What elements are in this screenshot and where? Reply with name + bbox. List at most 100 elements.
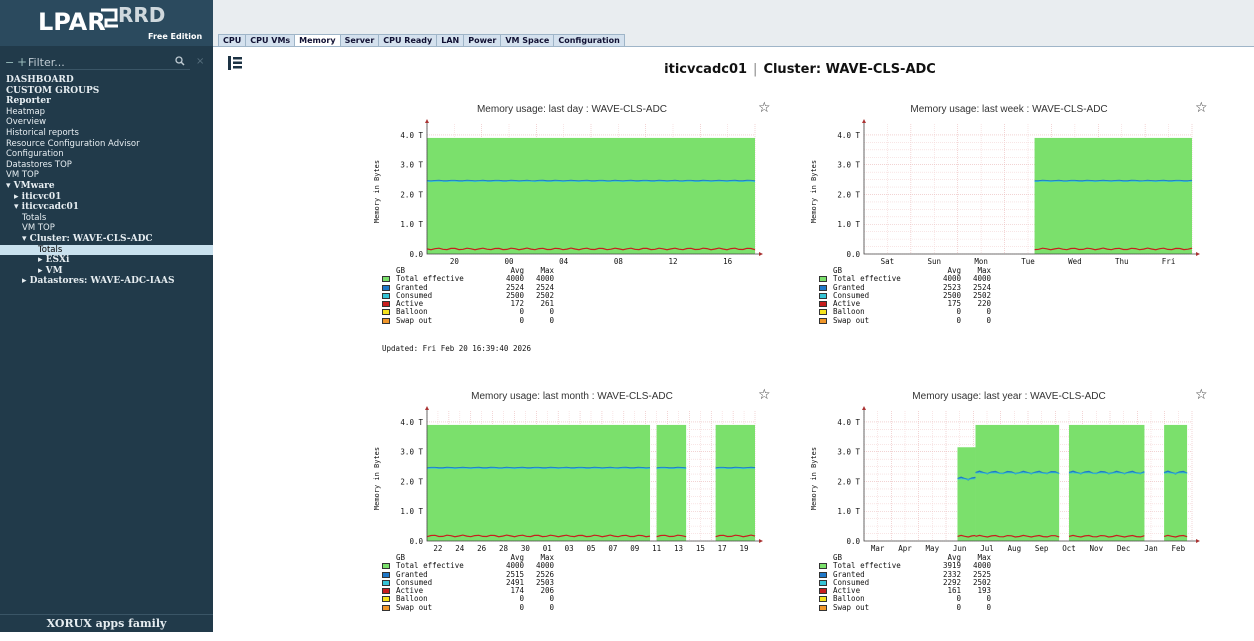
sidebar-item[interactable]: DASHBOARD: [0, 75, 213, 86]
x-tick-label: Jun: [953, 544, 967, 553]
navigation-tree: DASHBOARD CUSTOM GROUPS Reporter Heatmap Ove…: [0, 75, 213, 287]
legend-row: Swap out 0 0: [382, 315, 554, 325]
graph-plot: 4.0 T 3.0 T 2.0 T 1.0 T 0.0 Sat Sun Mon Tue Wed Th…: [810, 119, 1200, 266]
x-tick-label: Apr: [898, 544, 912, 553]
tab-cpu[interactable]: CPU: [218, 34, 247, 46]
tab-configuration[interactable]: Configuration: [553, 34, 625, 46]
tab-bar: CPU CPU VMs Memory Server CPU Ready LAN Power V…: [218, 34, 625, 46]
legend-row: Swap out 0 0: [819, 602, 991, 612]
x-tick-label: Dec: [1117, 544, 1131, 553]
sidebar-item[interactable]: Totals: [0, 213, 213, 224]
filter-input[interactable]: [28, 56, 190, 70]
x-tick-label: May: [926, 544, 940, 553]
sidebar-item[interactable]: Datastores TOP: [0, 160, 213, 171]
search-icon[interactable]: [175, 56, 185, 69]
legend-row: Swap out 0 0: [819, 316, 991, 325]
x-tick-label: Tue: [1021, 257, 1035, 266]
sidebar-item[interactable]: ▾ VMware: [0, 181, 213, 192]
y-tick-label: 4.0 T: [400, 418, 423, 427]
y-tick-label: 0.0: [409, 250, 423, 259]
y-tick-label: 4.0 T: [837, 418, 860, 427]
sidebar-item[interactable]: Totals: [0, 244, 213, 256]
sidebar-item[interactable]: Resource Configuration Advisor: [0, 139, 213, 150]
series-total-effective-area: [1034, 137, 1192, 254]
legend-swatch: [382, 596, 390, 603]
x-tick-label: 05: [586, 544, 595, 553]
y-tick-label: 3.0 T: [400, 448, 423, 457]
series-total-effective-area: [1164, 424, 1188, 541]
sidebar-item[interactable]: Heatmap: [0, 107, 213, 118]
sidebar-item[interactable]: ▸ iticvc01: [0, 192, 213, 203]
sidebar-item[interactable]: ▸ ESXi: [0, 255, 213, 266]
x-tick-label: 26: [477, 544, 487, 553]
sidebar-item[interactable]: Configuration: [0, 149, 213, 160]
legend-max: 0: [549, 602, 554, 612]
x-tick-label: Sat: [881, 257, 895, 266]
tab-server[interactable]: Server: [339, 34, 380, 46]
tab-lan[interactable]: LAN: [436, 34, 465, 46]
legend-avg: 0: [956, 602, 961, 612]
x-tick-label: 13: [674, 544, 683, 553]
cluster-name: Cluster: WAVE-CLS-ADC: [763, 62, 936, 77]
x-tick-label: 19: [740, 544, 749, 553]
memory-graph[interactable]: Memory usage: last week : WAVE-CLS-ADC ☆ 4…: [799, 100, 1219, 354]
clear-filter-icon[interactable]: ×: [196, 56, 204, 67]
axis-arrow: [759, 252, 763, 256]
x-tick-label: Wed: [1068, 257, 1082, 266]
axis-arrow: [862, 406, 866, 410]
series-total-effective-area: [715, 424, 755, 541]
tab-cpu-vms[interactable]: CPU VMs: [245, 34, 296, 46]
updated-timestamp: Updated: Fri Feb 20 16:39:40 2026: [382, 344, 532, 353]
x-tick-label: 01: [543, 544, 552, 553]
memory-graph[interactable]: Memory usage: last year : WAVE-CLS-ADC ☆ 4…: [799, 387, 1219, 641]
collapse-all-icon[interactable]: −: [5, 56, 14, 69]
y-axis-label: Memory in Bytes: [810, 160, 818, 223]
memory-graph[interactable]: Memory usage: last day : WAVE-CLS-ADC ☆ 4.…: [362, 100, 782, 354]
sidebar-item[interactable]: Overview: [0, 117, 213, 128]
filter-bar: − + ×: [0, 55, 213, 71]
title-separator: |: [753, 62, 758, 77]
legend-swatch: [382, 588, 390, 595]
memory-graph[interactable]: Memory usage: last month : WAVE-CLS-ADC ☆…: [362, 387, 782, 641]
app-logo[interactable]: LPAR RRD Free Edition: [0, 0, 213, 46]
tab-memory[interactable]: Memory: [294, 34, 341, 46]
x-tick-label: Jan: [1144, 544, 1158, 553]
x-tick-label: Nov: [1090, 544, 1104, 553]
series-total-effective-area: [427, 137, 755, 254]
y-tick-label: 3.0 T: [400, 161, 423, 170]
sidebar-item[interactable]: VM TOP: [0, 170, 213, 181]
tab-vm-space[interactable]: VM Space: [500, 34, 555, 46]
host-name: iticvcadc01: [664, 62, 748, 77]
x-tick-label: 12: [668, 257, 677, 266]
sidebar-item[interactable]: ▾ iticvcadc01: [0, 202, 213, 213]
expand-all-icon[interactable]: +: [17, 55, 27, 69]
axis-arrow: [425, 119, 429, 123]
footer-xorux[interactable]: XORUX apps family: [0, 614, 213, 632]
y-tick-label: 2.0 T: [837, 477, 860, 486]
sidebar-item[interactable]: VM TOP: [0, 223, 213, 234]
sidebar-item[interactable]: ▸ Datastores: WAVE-ADC-IAAS: [0, 276, 213, 287]
legend-row: Swap out 0 0: [382, 602, 554, 612]
tab-cpu-ready[interactable]: CPU Ready: [378, 34, 438, 46]
sidebar-item[interactable]: Reporter: [0, 96, 213, 107]
tab-power[interactable]: Power: [463, 34, 502, 46]
sidebar-item[interactable]: ▾ Cluster: WAVE-CLS-ADC: [0, 234, 213, 245]
graph-legend: GB Avg Max Total effective 4000 4000 Granted 25…: [382, 553, 554, 612]
sidebar-item[interactable]: Historical reports: [0, 128, 213, 139]
tab-underline: [213, 46, 1254, 47]
series-consumed-line: [426, 180, 756, 183]
x-tick-label: 04: [559, 257, 569, 266]
legend-swatch: [819, 309, 827, 316]
legend-swatch: [382, 563, 390, 570]
y-tick-label: 3.0 T: [837, 448, 860, 457]
x-tick-label: 30: [521, 544, 531, 553]
logo-text-rrd: RRD: [118, 3, 165, 27]
legend-swatch: [819, 588, 827, 595]
legend-avg: 0: [519, 315, 524, 325]
legend-swatch: [819, 317, 827, 324]
sidebar-item[interactable]: CUSTOM GROUPS: [0, 86, 213, 97]
legend-avg: 0: [519, 307, 524, 317]
list-toggle-icon[interactable]: [228, 55, 242, 70]
sidebar-item[interactable]: ▸ VM: [0, 266, 213, 277]
legend-swatch: [382, 301, 390, 308]
